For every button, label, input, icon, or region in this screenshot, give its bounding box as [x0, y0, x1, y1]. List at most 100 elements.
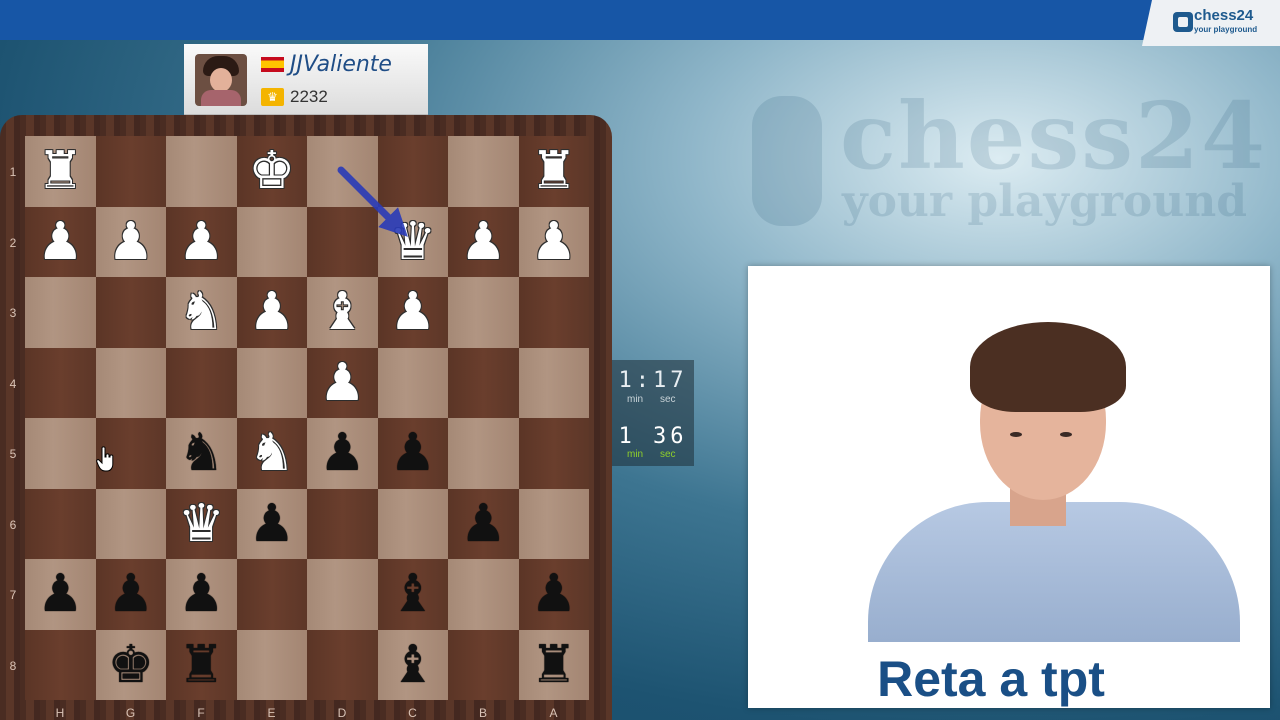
square-g6[interactable] [95, 488, 166, 559]
square-f7[interactable]: ♟ [166, 559, 237, 630]
white-queen-icon[interactable]: ♛ [178, 498, 225, 550]
black-pawn-icon[interactable]: ♟ [319, 427, 366, 479]
square-e1[interactable]: ♚ [236, 136, 307, 207]
black-pawn-icon[interactable]: ♟ [107, 568, 154, 620]
square-h4[interactable] [25, 347, 96, 418]
square-c5[interactable]: ♟ [377, 418, 448, 489]
square-d8[interactable] [307, 629, 378, 700]
square-a8[interactable]: ♜ [518, 629, 589, 700]
black-pawn-icon[interactable]: ♟ [389, 427, 436, 479]
square-a5[interactable] [518, 418, 589, 489]
square-e5[interactable]: ♞ [236, 418, 307, 489]
square-d2[interactable] [307, 206, 378, 277]
square-b6[interactable]: ♟ [448, 488, 519, 559]
square-f3[interactable]: ♞ [166, 277, 237, 348]
black-knight-icon[interactable]: ♞ [178, 427, 225, 479]
square-a1[interactable]: ♜ [518, 136, 589, 207]
black-rook-icon[interactable]: ♜ [178, 639, 225, 691]
square-g4[interactable] [95, 347, 166, 418]
square-d4[interactable]: ♟ [307, 347, 378, 418]
square-d7[interactable] [307, 559, 378, 630]
black-pawn-icon[interactable]: ♟ [248, 498, 295, 550]
white-pawn-icon[interactable]: ♟ [530, 216, 577, 268]
black-rook-icon[interactable]: ♜ [530, 639, 577, 691]
square-h6[interactable] [25, 488, 96, 559]
square-g2[interactable]: ♟ [95, 206, 166, 277]
square-h1[interactable]: ♜ [25, 136, 96, 207]
square-b8[interactable] [448, 629, 519, 700]
square-a4[interactable] [518, 347, 589, 418]
square-g8[interactable]: ♚ [95, 629, 166, 700]
square-a7[interactable]: ♟ [518, 559, 589, 630]
white-pawn-icon[interactable]: ♟ [460, 216, 507, 268]
file-label: F [197, 706, 205, 720]
file-label: A [549, 706, 558, 720]
white-king-icon[interactable]: ♚ [248, 145, 295, 197]
square-b7[interactable] [448, 559, 519, 630]
square-d5[interactable]: ♟ [307, 418, 378, 489]
black-pawn-icon[interactable]: ♟ [460, 498, 507, 550]
white-queen-icon[interactable]: ♛ [389, 216, 436, 268]
square-f2[interactable]: ♟ [166, 206, 237, 277]
square-c1[interactable] [377, 136, 448, 207]
black-pawn-icon[interactable]: ♟ [37, 568, 84, 620]
square-b4[interactable] [448, 347, 519, 418]
square-c2[interactable]: ♛ [377, 206, 448, 277]
square-e2[interactable] [236, 206, 307, 277]
square-b3[interactable] [448, 277, 519, 348]
chessboard[interactable]: ♜ ♚ ♜ ♟ ♟ ♟ ♛ ♟ ♟ ♞ ♟ ♝ ♟ ♟ ♞ ♞ ♟ ♟ ♛ ♟ ♟ ♟ ♟ ♟ ♝ ♟ ♚ ♜ ♝ ♜ [25, 136, 589, 700]
square-h7[interactable]: ♟ [25, 559, 96, 630]
square-h8[interactable] [25, 629, 96, 700]
white-pawn-icon[interactable]: ♟ [319, 357, 366, 409]
square-e6[interactable]: ♟ [236, 488, 307, 559]
black-bishop-icon[interactable]: ♝ [389, 568, 436, 620]
white-pawn-icon[interactable]: ♟ [37, 216, 84, 268]
white-knight-icon[interactable]: ♞ [248, 427, 295, 479]
black-pawn-icon[interactable]: ♟ [178, 568, 225, 620]
square-f1[interactable] [166, 136, 237, 207]
square-b1[interactable] [448, 136, 519, 207]
square-c7[interactable]: ♝ [377, 559, 448, 630]
white-pawn-icon[interactable]: ♟ [107, 216, 154, 268]
square-e3[interactable]: ♟ [236, 277, 307, 348]
square-g7[interactable]: ♟ [95, 559, 166, 630]
white-rook-icon[interactable]: ♜ [530, 145, 577, 197]
black-king-icon[interactable]: ♚ [107, 639, 154, 691]
square-b2[interactable]: ♟ [448, 206, 519, 277]
square-a3[interactable] [518, 277, 589, 348]
white-pawn-icon[interactable]: ♟ [248, 286, 295, 338]
square-a2[interactable]: ♟ [518, 206, 589, 277]
chess24-logo[interactable]: chess24 your playground [1142, 0, 1280, 46]
square-e7[interactable] [236, 559, 307, 630]
square-c3[interactable]: ♟ [377, 277, 448, 348]
white-knight-icon[interactable]: ♞ [178, 286, 225, 338]
square-f5[interactable]: ♞ [166, 418, 237, 489]
square-d6[interactable] [307, 488, 378, 559]
square-b5[interactable] [448, 418, 519, 489]
square-c4[interactable] [377, 347, 448, 418]
square-c6[interactable] [377, 488, 448, 559]
black-pawn-icon[interactable]: ♟ [530, 568, 577, 620]
square-d3[interactable]: ♝ [307, 277, 378, 348]
square-g1[interactable] [95, 136, 166, 207]
player-name[interactable]: JJValiente [290, 52, 392, 77]
square-f6[interactable]: ♛ [166, 488, 237, 559]
player-card[interactable]: JJValiente ♛ 2232 [184, 44, 428, 115]
square-d1[interactable] [307, 136, 378, 207]
square-e8[interactable] [236, 629, 307, 700]
square-g3[interactable] [95, 277, 166, 348]
square-h5[interactable] [25, 418, 96, 489]
avatar[interactable] [195, 54, 247, 106]
white-rook-icon[interactable]: ♜ [37, 145, 84, 197]
square-f4[interactable] [166, 347, 237, 418]
square-h2[interactable]: ♟ [25, 206, 96, 277]
square-e4[interactable] [236, 347, 307, 418]
square-a6[interactable] [518, 488, 589, 559]
white-bishop-icon[interactable]: ♝ [319, 286, 366, 338]
square-f8[interactable]: ♜ [166, 629, 237, 700]
square-c8[interactable]: ♝ [377, 629, 448, 700]
black-bishop-icon[interactable]: ♝ [389, 639, 436, 691]
white-pawn-icon[interactable]: ♟ [389, 286, 436, 338]
square-h3[interactable] [25, 277, 96, 348]
white-pawn-icon[interactable]: ♟ [178, 216, 225, 268]
